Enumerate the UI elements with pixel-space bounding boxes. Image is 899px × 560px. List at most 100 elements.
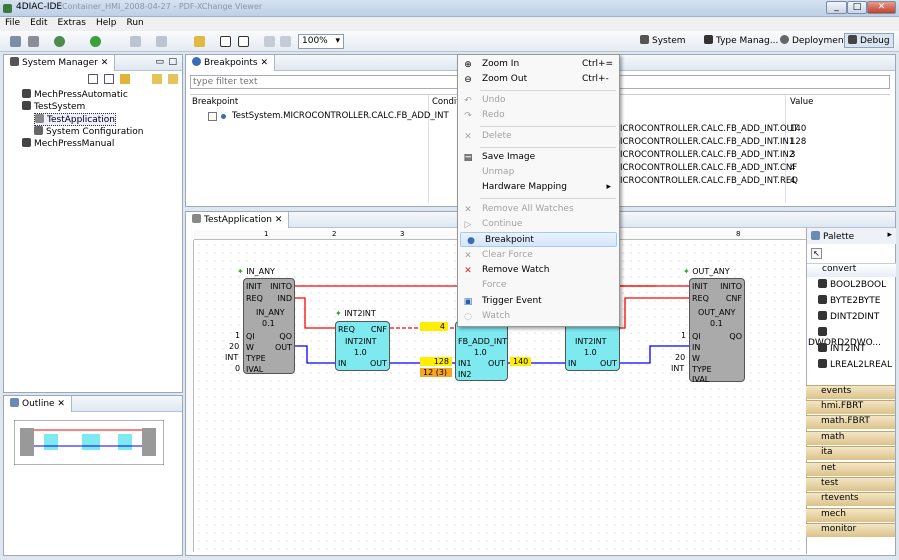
collapse-icon[interactable] — [88, 74, 98, 84]
minimize-button[interactable]: _ — [826, 1, 847, 14]
palette-item[interactable]: LREAL2LREAL — [808, 359, 895, 374]
expand-icon[interactable] — [104, 74, 114, 84]
palette-folder[interactable]: monitor — [806, 523, 895, 537]
pin-qo[interactable]: QO — [279, 332, 292, 341]
fit-icon[interactable] — [220, 36, 231, 47]
print-icon[interactable] — [28, 36, 39, 47]
maximize-button[interactable]: □ — [847, 1, 867, 14]
arrow-left-icon[interactable] — [264, 36, 275, 47]
pin-in[interactable]: IN — [338, 359, 346, 368]
watch-value-in2[interactable]: 12 (3) — [420, 368, 452, 377]
tab-breakpoints[interactable]: Breakpoints ✕ — [186, 55, 275, 71]
menu-item-zoom-in[interactable]: ⊕ Zoom In Ctrl+= — [458, 57, 619, 72]
menu-item-delete[interactable]: ✕ Delete — [458, 129, 619, 144]
fb-in-any[interactable]: INIT INITO REQ IND IN_ANY 0.1 QI QO W OU… — [243, 278, 295, 374]
back-icon[interactable] — [152, 74, 162, 84]
tab-system-manager[interactable]: System Manager ✕ — [4, 55, 116, 71]
search-icon[interactable] — [54, 36, 65, 47]
pin-qo[interactable]: QO — [729, 332, 742, 341]
pin-init[interactable]: INIT — [246, 282, 262, 291]
palette-folder[interactable]: mech — [806, 508, 895, 522]
tree-item-testsystem[interactable]: TestSystem — [22, 101, 85, 112]
perspective-debug[interactable]: Debug — [844, 33, 894, 48]
menu-item-remove-all-watches[interactable]: ✕ Remove All Watches — [458, 202, 619, 217]
pin-cnf[interactable]: CNF — [726, 294, 742, 303]
menu-extras[interactable]: Extras — [53, 17, 91, 29]
palette-folder[interactable]: test — [806, 477, 895, 491]
pin-req[interactable]: REQ — [692, 294, 709, 303]
pin-out[interactable]: OUT — [488, 359, 505, 368]
palette-folder-convert[interactable]: convert — [807, 263, 896, 277]
maximize-icon[interactable]: □ — [168, 57, 177, 67]
forward-icon[interactable] — [168, 74, 178, 84]
chevron-right-icon[interactable]: ▸ — [887, 230, 892, 240]
palette-folder[interactable]: ita — [806, 446, 895, 460]
pin-in[interactable]: IN — [568, 359, 576, 368]
pin-ind[interactable]: IND — [277, 294, 292, 303]
palette-folder[interactable]: hmi.FBRT — [806, 400, 895, 414]
link-icon[interactable] — [120, 74, 130, 84]
pin-in2[interactable]: IN2 — [458, 370, 471, 379]
menu-item-save-image[interactable]: ▤ Save Image — [458, 150, 619, 165]
layout-icon[interactable] — [238, 36, 249, 47]
tab-testapplication[interactable]: TestApplication ✕ — [186, 212, 290, 228]
close-button[interactable]: ✕ — [867, 1, 896, 14]
column-breakpoint[interactable]: Breakpoint — [192, 97, 238, 107]
pin-ival[interactable]: IVAL — [246, 365, 263, 374]
pin-out[interactable]: OUT — [600, 359, 617, 368]
nav-forward-icon[interactable] — [156, 36, 167, 47]
palette-item[interactable]: INT2INT — [808, 343, 895, 358]
menu-item-clear-force[interactable]: ✕ Clear Force — [458, 248, 619, 263]
palette-item[interactable]: DWORD2DWO... — [808, 327, 895, 348]
menu-item-continue[interactable]: ▷ Continue — [458, 217, 619, 232]
tree-item-system-configuration[interactable]: System Configuration — [34, 126, 143, 137]
menu-item-force[interactable]: Force — [458, 278, 619, 293]
pin-ival[interactable]: IVAL — [692, 375, 709, 384]
menu-item-watch[interactable]: ◌ Watch — [458, 309, 619, 324]
perspective-system[interactable]: System — [640, 35, 686, 46]
outline-thumbnail[interactable] — [14, 420, 164, 465]
fb-out-any[interactable]: INIT INITO REQ CNF OUT_ANY 0.1 QI QO IN … — [689, 278, 745, 384]
menu-item-zoom-out[interactable]: ⊖ Zoom Out Ctrl+- — [458, 72, 619, 87]
run-icon[interactable] — [90, 36, 101, 47]
pin-req[interactable]: REQ — [246, 294, 263, 303]
tree-item-mechpressautomatic[interactable]: MechPressAutomatic — [22, 89, 128, 100]
menu-item-trigger-event[interactable]: ▣ Trigger Event — [458, 294, 619, 309]
fb-add-int[interactable]: FB_ADD_INT 1.0 IN1 OUT IN2 — [455, 321, 508, 381]
watch-value-cnf[interactable]: 4 — [420, 322, 448, 331]
palette-item[interactable]: DINT2DINT — [808, 311, 895, 326]
tree-item-mechpressmanual[interactable]: MechPressManual — [22, 138, 114, 149]
palette-item[interactable]: BOOL2BOOL — [808, 279, 895, 294]
pin-type[interactable]: TYPE — [692, 365, 712, 374]
palette-folder[interactable]: math.FBRT — [806, 415, 895, 429]
pin-inito[interactable]: INITO — [720, 282, 742, 291]
pin-out[interactable]: OUT — [275, 343, 292, 352]
minimize-icon[interactable]: ▭ — [155, 57, 164, 67]
pin-cnf[interactable]: CNF — [371, 325, 387, 334]
pin-inito[interactable]: INITO — [270, 282, 292, 291]
pin-qi[interactable]: QI — [692, 332, 701, 341]
menu-help[interactable]: Help — [91, 17, 122, 29]
pin-init[interactable]: INIT — [692, 282, 708, 291]
palette-folder[interactable]: events — [806, 385, 895, 399]
pin-out[interactable]: OUT — [370, 359, 387, 368]
menu-item-remove-watch[interactable]: ✕ Remove Watch — [458, 263, 619, 278]
menu-file[interactable]: File — [0, 17, 25, 29]
folder-icon[interactable] — [194, 36, 205, 47]
pin-w[interactable]: W — [246, 343, 254, 352]
save-icon[interactable] — [10, 36, 21, 47]
arrow-right-icon[interactable] — [280, 36, 291, 47]
palette-folder[interactable]: net — [806, 462, 895, 476]
column-value[interactable]: Value — [790, 97, 813, 107]
pin-qi[interactable]: QI — [246, 332, 255, 341]
fb-int2int-2[interactable]: INT2INT 1.0 IN OUT — [565, 321, 620, 371]
palette-item[interactable]: BYTE2BYTE — [808, 295, 895, 310]
perspective-type-manager[interactable]: Type Manag... — [704, 35, 778, 46]
watch-value-out[interactable]: 140 — [510, 357, 532, 366]
fb-int2int-1[interactable]: REQ CNF INT2INT 1.0 IN OUT — [335, 321, 390, 371]
select-tool-icon[interactable]: ↖ — [811, 248, 822, 259]
menu-item-unmap[interactable]: Unmap — [458, 165, 619, 180]
zoom-combo[interactable]: 100% ▾ — [298, 34, 344, 49]
tab-outline[interactable]: Outline ✕ — [4, 396, 72, 412]
pin-req[interactable]: REQ — [338, 325, 355, 334]
